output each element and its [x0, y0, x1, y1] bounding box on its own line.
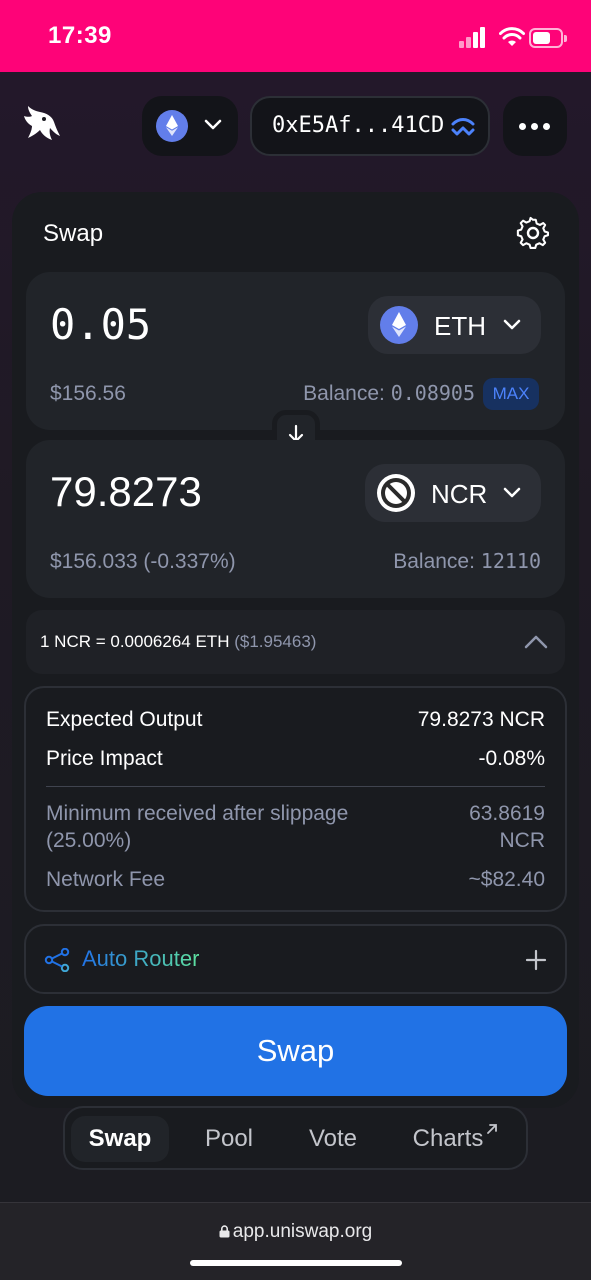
network-selector[interactable]: [142, 96, 238, 156]
output-fiat-value: $156.033 (-0.337%): [50, 550, 236, 573]
nav-swap[interactable]: Swap: [71, 1116, 169, 1162]
swap-title: Swap: [43, 220, 104, 247]
status-bar: 17:39: [0, 0, 591, 72]
exchange-rate: 1 NCR = 0.0006264 ETH ($1.95463): [40, 632, 317, 651]
output-token-panel: 79.8273 NCR $156.033 (-0.337%) Balance: …: [26, 440, 565, 598]
output-amount[interactable]: 79.8273: [50, 468, 202, 516]
nav-vote[interactable]: Vote: [287, 1116, 379, 1162]
url-text: app.uniswap.org: [232, 1221, 373, 1242]
home-indicator[interactable]: [190, 1260, 402, 1266]
status-time: 17:39: [48, 22, 112, 49]
swap-button[interactable]: Swap: [24, 1006, 567, 1096]
battery-icon: [529, 28, 567, 48]
max-button[interactable]: MAX: [483, 378, 539, 410]
settings-gear-icon[interactable]: [516, 216, 550, 250]
chevron-up-icon[interactable]: [524, 634, 548, 650]
chevron-down-icon: [204, 119, 222, 130]
input-balance: Balance: 0.08905: [303, 381, 475, 405]
browser-url-bar[interactable]: app.uniswap.org: [0, 1202, 591, 1280]
minimum-received-row: Minimum received after slippage (25.00%)…: [46, 802, 545, 852]
nav-pool[interactable]: Pool: [183, 1116, 275, 1162]
router-icon: [44, 948, 70, 972]
exchange-rate-row[interactable]: 1 NCR = 0.0006264 ETH ($1.95463): [26, 610, 565, 674]
wallet-address-button[interactable]: 0xE5Af...41CD: [250, 96, 490, 156]
ethereum-icon: [380, 306, 418, 344]
chevron-down-icon: [503, 487, 521, 498]
input-token-symbol: ETH: [434, 311, 486, 341]
auto-router-label: Auto Router: [82, 946, 200, 971]
auto-router-row[interactable]: Auto Router: [24, 924, 567, 994]
uniswap-logo-icon[interactable]: [22, 102, 62, 146]
ncr-token-icon: [377, 474, 415, 512]
input-amount[interactable]: 0.05: [50, 300, 151, 349]
walletconnect-icon: [451, 118, 475, 136]
wallet-address: 0xE5Af...41CD: [272, 113, 445, 138]
output-token-symbol: NCR: [431, 479, 488, 509]
output-token-selector[interactable]: NCR: [365, 464, 541, 522]
lock-icon: [219, 1225, 230, 1238]
external-link-arrow-icon: [487, 1124, 498, 1134]
input-token-selector[interactable]: ETH: [368, 296, 541, 354]
more-dots-icon: [519, 123, 526, 130]
input-token-panel: 0.05 ETH $156.56 Balance: 0.08905 MAX: [26, 272, 565, 430]
chevron-down-icon: [503, 319, 521, 330]
nav-charts[interactable]: Charts: [395, 1116, 515, 1162]
trade-details: Expected Output 79.8273 NCR Price Impact…: [24, 686, 567, 912]
bottom-nav: Swap Pool Vote Charts: [63, 1106, 528, 1170]
swap-card: Swap 0.05 ETH $156.56 Balance: 0.08905 M…: [12, 192, 579, 1108]
divider: [46, 786, 545, 787]
output-balance: Balance: 12110: [393, 549, 541, 573]
cellular-signal-icon: [459, 26, 487, 48]
ethereum-icon: [156, 110, 188, 142]
input-fiat-value: $156.56: [50, 382, 126, 405]
plus-icon[interactable]: [524, 948, 548, 972]
more-menu-button[interactable]: [503, 96, 567, 156]
wifi-icon: [499, 27, 525, 46]
